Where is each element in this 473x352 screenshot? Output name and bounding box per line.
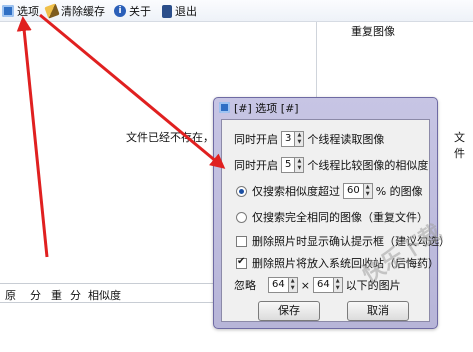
arrow-to-options	[16, 16, 49, 258]
arrow-to-dialog	[39, 13, 226, 169]
